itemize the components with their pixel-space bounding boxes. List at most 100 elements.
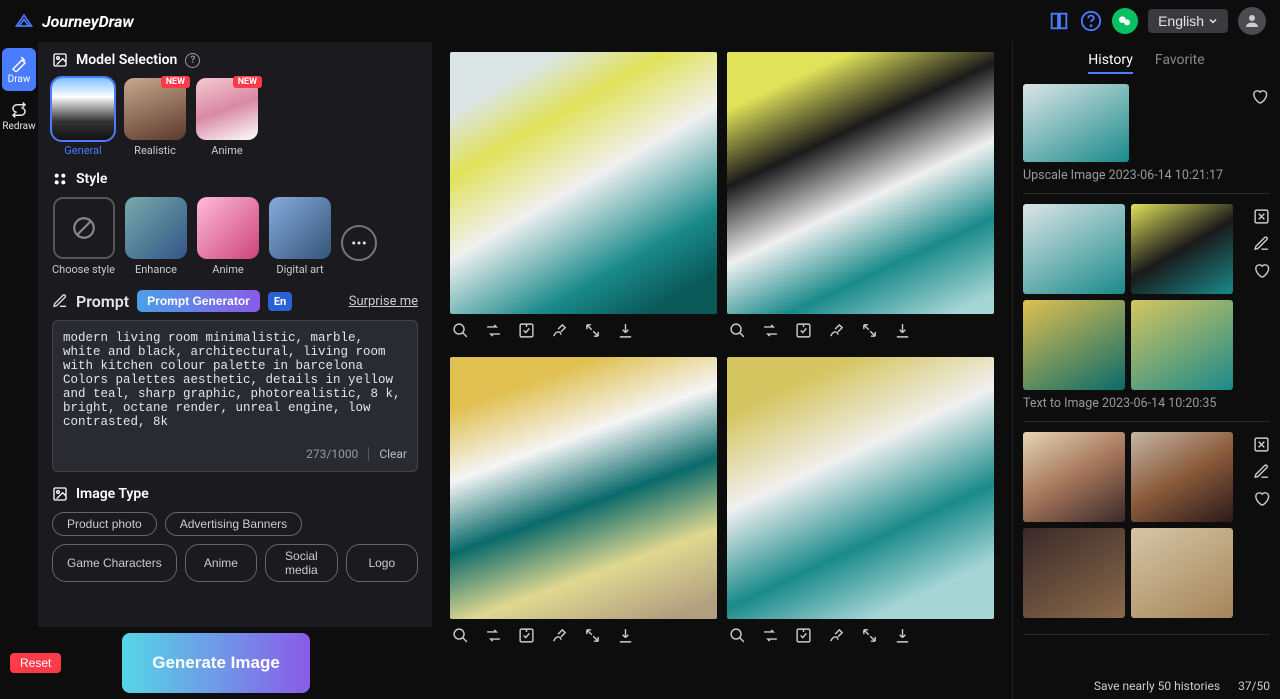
generated-image[interactable]: [450, 52, 717, 314]
zoom-icon[interactable]: [729, 627, 746, 644]
image-grid: [450, 52, 994, 652]
logo[interactable]: JourneyDraw: [14, 11, 134, 31]
download-icon[interactable]: [617, 322, 634, 339]
clear-prompt-button[interactable]: Clear: [368, 447, 407, 461]
zoom-icon[interactable]: [452, 322, 469, 339]
history-caption: Text to Image 2023-06-14 10:20:35: [1023, 396, 1270, 411]
language-selector[interactable]: English: [1148, 9, 1228, 33]
app-header: JourneyDraw English: [0, 0, 1280, 42]
expand-icon[interactable]: [1253, 208, 1270, 225]
chip-anime[interactable]: Anime: [185, 544, 257, 582]
chip-product-photo[interactable]: Product photo: [52, 512, 157, 536]
download-icon[interactable]: [617, 627, 634, 644]
model-anime[interactable]: NEW Anime: [196, 78, 258, 157]
wechat-icon[interactable]: [1112, 8, 1138, 34]
generated-image[interactable]: [727, 357, 994, 619]
reset-button[interactable]: Reset: [10, 653, 61, 673]
style-digital-art[interactable]: Digital art: [269, 197, 331, 276]
history-item[interactable]: Text to Image 2023-06-14 10:20:35: [1023, 204, 1270, 422]
edit-brush-icon[interactable]: [551, 322, 568, 339]
history-thumb[interactable]: [1131, 432, 1233, 522]
tab-favorite[interactable]: Favorite: [1155, 52, 1205, 74]
img2img-icon[interactable]: [795, 627, 812, 644]
chip-logo[interactable]: Logo: [346, 544, 418, 582]
prompt-lang-badge[interactable]: En: [268, 292, 292, 311]
edit-brush-icon[interactable]: [551, 627, 568, 644]
expand-icon[interactable]: [861, 322, 878, 339]
history-thumb[interactable]: [1023, 204, 1125, 294]
img2img-icon[interactable]: [518, 627, 535, 644]
edit-icon[interactable]: [1253, 235, 1270, 252]
variation-icon[interactable]: [485, 322, 502, 339]
model-selection-header: Model Selection ?: [52, 52, 418, 68]
img2img-icon[interactable]: [795, 322, 812, 339]
more-styles-button[interactable]: [341, 225, 377, 261]
expand-icon[interactable]: [584, 627, 601, 644]
generated-image[interactable]: [727, 52, 994, 314]
surprise-me-link[interactable]: Surprise me: [349, 294, 418, 309]
history-thumb[interactable]: [1023, 84, 1129, 162]
chip-game-characters[interactable]: Game Characters: [52, 544, 177, 582]
results-panel: [432, 42, 1012, 699]
prompt-input[interactable]: modern living room minimalistic, marble,…: [52, 320, 418, 472]
zoom-icon[interactable]: [729, 322, 746, 339]
heart-icon[interactable]: [1251, 88, 1268, 105]
download-icon[interactable]: [894, 627, 911, 644]
wand-icon: [10, 54, 28, 72]
edit-brush-icon[interactable]: [828, 627, 845, 644]
new-badge: NEW: [161, 76, 190, 88]
zoom-icon[interactable]: [452, 627, 469, 644]
expand-icon[interactable]: [861, 627, 878, 644]
style-enhance[interactable]: Enhance: [125, 197, 187, 276]
expand-icon[interactable]: [1253, 436, 1270, 453]
more-icon: [350, 234, 368, 252]
prompt-generator-button[interactable]: Prompt Generator: [137, 290, 260, 312]
variation-icon[interactable]: [762, 322, 779, 339]
model-realistic[interactable]: NEW Realistic: [124, 78, 186, 157]
image-actions: [450, 314, 717, 347]
history-thumb[interactable]: [1023, 528, 1125, 618]
user-avatar[interactable]: [1238, 7, 1266, 35]
history-list[interactable]: Upscale Image 2023-06-14 10:21:17 Text t…: [1013, 84, 1280, 673]
history-thumb[interactable]: [1131, 204, 1233, 294]
style-row: Choose style Enhance Anime Digital art: [52, 197, 418, 276]
logo-text: JourneyDraw: [42, 12, 134, 31]
variation-icon[interactable]: [762, 627, 779, 644]
edit-brush-icon[interactable]: [828, 322, 845, 339]
help-icon[interactable]: [1080, 10, 1102, 32]
expand-icon[interactable]: [584, 322, 601, 339]
edit-icon: [52, 293, 68, 309]
generate-button[interactable]: Generate Image: [122, 633, 310, 693]
chip-social-media[interactable]: Social media: [265, 544, 337, 582]
edit-icon[interactable]: [1253, 463, 1270, 480]
history-item[interactable]: [1023, 432, 1270, 635]
model-general[interactable]: General: [52, 78, 114, 157]
style-choose[interactable]: Choose style: [52, 197, 115, 276]
rail-draw[interactable]: Draw: [2, 48, 36, 91]
heart-icon[interactable]: [1253, 262, 1270, 279]
history-thumb[interactable]: [1023, 432, 1125, 522]
heart-icon[interactable]: [1253, 490, 1270, 507]
history-thumb[interactable]: [1023, 300, 1125, 390]
model-icon: [52, 52, 68, 68]
variation-icon[interactable]: [485, 627, 502, 644]
history-thumb[interactable]: [1131, 528, 1233, 618]
logo-icon: [14, 11, 34, 31]
help-icon[interactable]: ?: [185, 53, 200, 68]
img2img-icon[interactable]: [518, 322, 535, 339]
style-anime[interactable]: Anime: [197, 197, 259, 276]
config-panel: Model Selection ? General NEW Realistic …: [38, 42, 432, 699]
prompt-text[interactable]: modern living room minimalistic, marble,…: [63, 331, 407, 441]
tab-history[interactable]: History: [1088, 52, 1133, 74]
redraw-icon: [10, 101, 28, 119]
history-thumb[interactable]: [1131, 300, 1233, 390]
history-item[interactable]: Upscale Image 2023-06-14 10:21:17: [1023, 84, 1270, 194]
rail-redraw[interactable]: Redraw: [2, 95, 36, 138]
chip-advertising-banners[interactable]: Advertising Banners: [165, 512, 302, 536]
docs-icon[interactable]: [1048, 10, 1070, 32]
generated-image[interactable]: [450, 357, 717, 619]
image-cell-3: [450, 357, 717, 652]
image-actions: [450, 619, 717, 652]
download-icon[interactable]: [894, 322, 911, 339]
prompt-header: Prompt Prompt Generator En Surprise me: [52, 290, 418, 312]
